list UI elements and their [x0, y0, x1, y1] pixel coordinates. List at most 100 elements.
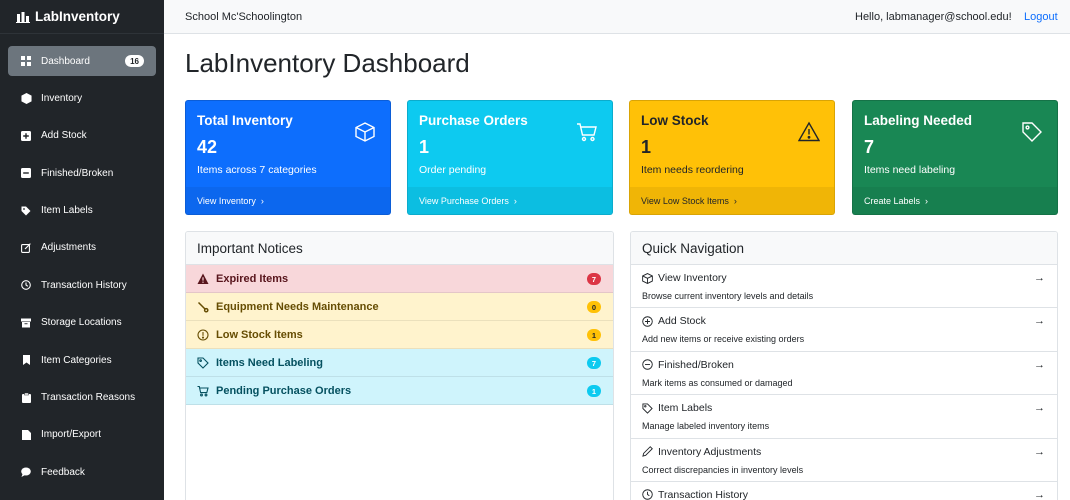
user-greeting: Hello, labmanager@school.edu!: [855, 11, 1012, 23]
card-low-stock: Low Stock 1 Item needs reordering View L…: [629, 100, 835, 215]
arrow-right-icon: →: [1034, 445, 1045, 458]
notice-label: Equipment Needs Maintenance: [216, 300, 379, 313]
quicknav-item-inventory-adjustments[interactable]: Inventory Adjustments Correct discrepanc…: [631, 439, 1057, 482]
sidebar-item-finished-broken[interactable]: Finished/Broken: [8, 158, 156, 188]
warning-icon: [197, 273, 209, 285]
box-icon: [355, 122, 375, 142]
lab-flask-icon: [16, 11, 30, 23]
notice-pending-purchase-orders[interactable]: Pending Purchase Orders 1: [186, 377, 613, 405]
wrench-icon: [197, 301, 209, 313]
notice-low-stock-items[interactable]: Low Stock Items 1: [186, 321, 613, 349]
plus-square-icon: [20, 130, 32, 142]
card-number: 1: [641, 137, 652, 157]
sidebar-item-feedback[interactable]: Feedback: [8, 457, 156, 487]
quicknav-item-view-inventory[interactable]: View Inventory Browse current inventory …: [631, 265, 1057, 309]
quicknav-item-finished-broken[interactable]: Finished/Broken Mark items as consumed o…: [631, 352, 1057, 396]
quicknav-title: Item Labels: [658, 402, 713, 415]
sidebar-item-dashboard[interactable]: Dashboard 16: [8, 46, 156, 76]
file-icon: [20, 429, 32, 441]
sidebar-item-transaction-reasons[interactable]: Transaction Reasons: [8, 383, 156, 413]
cart-icon: [577, 123, 597, 142]
card-title: Labeling Needed: [864, 113, 973, 128]
warning-icon: [798, 121, 820, 142]
quicknav-description: Browse current inventory levels and deta…: [642, 291, 814, 301]
quicknav-title: Inventory Adjustments: [658, 445, 762, 458]
card-footer-link[interactable]: Create Labels ›: [853, 187, 1057, 214]
quicknav-title: Add Stock: [658, 315, 706, 328]
topbar: School Mc'Schoolington Hello, labmanager…: [164, 0, 1070, 34]
chevron-right-icon: ›: [925, 195, 929, 206]
card-footer-link[interactable]: View Inventory ›: [186, 187, 390, 214]
minus-square-icon: [20, 167, 32, 179]
sidebar-item-item-categories[interactable]: Item Categories: [8, 345, 156, 375]
card-number: 1: [419, 137, 430, 157]
sidebar-item-label: Adjustments: [41, 242, 97, 254]
card-subtitle: Items need labeling: [864, 164, 956, 176]
sidebar-item-label: Finished/Broken: [41, 167, 114, 179]
quicknav-description: Mark items as consumed or damaged: [642, 377, 793, 388]
sidebar-item-add-stock[interactable]: Add Stock: [8, 121, 156, 151]
sidebar-item-transaction-history[interactable]: Transaction History: [8, 270, 156, 300]
cart-icon: [197, 385, 209, 397]
card-link-label: Create Labels: [864, 195, 921, 206]
card-footer-link[interactable]: View Purchase Orders ›: [408, 187, 612, 214]
exclamation-circle-icon: [197, 328, 209, 341]
sidebar-item-label: Item Labels: [41, 205, 93, 217]
sidebar-item-label: Import/Export: [41, 429, 102, 441]
chat-icon: [20, 466, 32, 478]
tag-icon: [1022, 122, 1042, 142]
notice-label: Expired Items: [216, 272, 289, 285]
notice-label: Low Stock Items: [216, 328, 303, 341]
sidebar-item-storage-locations[interactable]: Storage Locations: [8, 308, 156, 338]
sidebar-item-label: Add Stock: [41, 130, 87, 142]
arrow-right-icon: →: [1034, 272, 1045, 284]
sidebar-item-adjustments[interactable]: Adjustments: [8, 233, 156, 263]
plus-circle-icon: [642, 316, 653, 327]
minus-circle-icon: [642, 359, 653, 371]
quicknav-item-transaction-history[interactable]: Transaction History →: [631, 482, 1057, 500]
important-notices-panel: Important Notices Expired Items 7 Equipm…: [185, 231, 614, 500]
notification-badge: 16: [125, 55, 144, 67]
chevron-right-icon: ›: [733, 195, 737, 206]
notice-equipment-maintenance[interactable]: Equipment Needs Maintenance 0: [186, 293, 613, 321]
quicknav-item-add-stock[interactable]: Add Stock Add new items or receive exist…: [631, 308, 1057, 352]
sidebar: LabInventory Dashboard 16 Inventory Add …: [0, 0, 164, 500]
sidebar-item-label: Transaction Reasons: [41, 392, 136, 404]
grid-icon: [20, 55, 32, 67]
tag-icon: [20, 205, 32, 217]
card-title: Purchase Orders: [419, 113, 528, 128]
chevron-right-icon: ›: [260, 195, 264, 206]
sidebar-item-label: Item Categories: [41, 354, 112, 366]
logout-link[interactable]: Logout: [1024, 11, 1058, 23]
card-link-label: View Low Stock Items: [641, 195, 729, 206]
card-footer-link[interactable]: View Low Stock Items ›: [630, 187, 834, 214]
card-subtitle: Item needs reordering: [641, 164, 744, 176]
count-badge: 7: [587, 273, 601, 285]
quicknav-description: Manage labeled inventory items: [642, 421, 770, 432]
arrow-right-icon: →: [1034, 402, 1045, 415]
notice-expired-items[interactable]: Expired Items 7: [186, 265, 613, 293]
sidebar-item-inventory[interactable]: Inventory: [8, 83, 156, 113]
quicknav-description: Correct discrepancies in inventory level…: [642, 464, 804, 475]
sidebar-item-label: Inventory: [41, 92, 83, 104]
quick-navigation-panel: Quick Navigation View Inventory Browse c…: [630, 231, 1058, 500]
card-title: Low Stock: [641, 113, 709, 128]
card-link-label: View Purchase Orders: [419, 195, 509, 206]
quicknav-item-item-labels[interactable]: Item Labels Manage labeled inventory ite…: [631, 395, 1057, 439]
card-total-inventory: Total Inventory 42 Items across 7 catego…: [185, 100, 391, 215]
sidebar-item-label: Feedback: [41, 466, 85, 478]
card-link-label: View Inventory: [197, 195, 256, 206]
tag-icon: [197, 356, 209, 369]
quicknav-title: Finished/Broken: [658, 358, 734, 371]
sidebar-item-import-export[interactable]: Import/Export: [8, 420, 156, 450]
box-icon: [20, 92, 32, 104]
notice-label: Pending Purchase Orders: [216, 384, 352, 397]
arrow-right-icon: →: [1034, 358, 1045, 371]
sidebar-item-label: Dashboard: [41, 55, 90, 67]
pencil-icon: [642, 446, 653, 457]
sidebar-item-item-labels[interactable]: Item Labels: [8, 196, 156, 226]
notice-items-need-labeling[interactable]: Items Need Labeling 7: [186, 349, 613, 377]
arrow-right-icon: →: [1034, 315, 1045, 328]
card-number: 7: [864, 137, 875, 157]
brand[interactable]: LabInventory: [0, 0, 164, 34]
